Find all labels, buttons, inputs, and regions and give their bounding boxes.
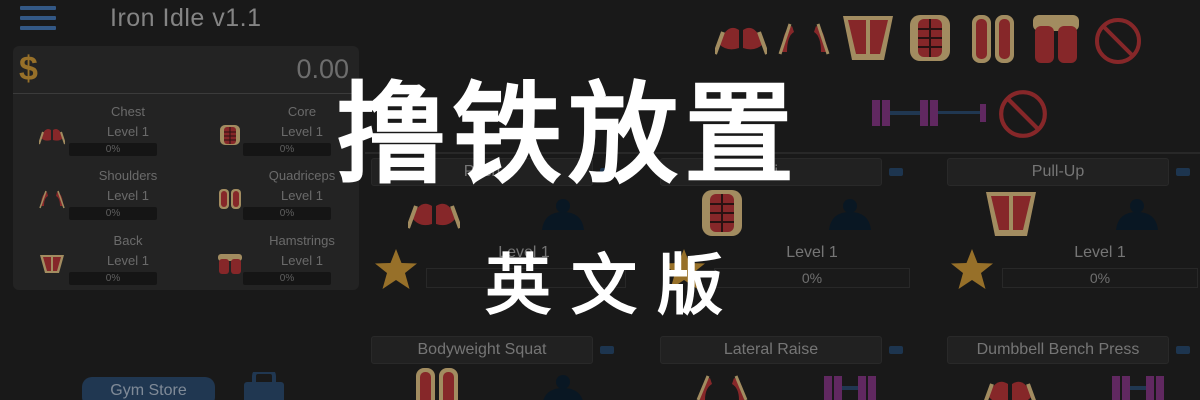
promo-overlay: 撸铁放置 英文版	[0, 0, 1200, 400]
promo-subtitle: 英文版	[485, 247, 743, 324]
promo-title: 撸铁放置	[336, 71, 800, 199]
